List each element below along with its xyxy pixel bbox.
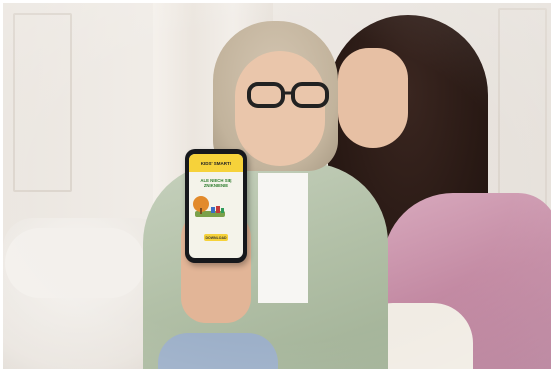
vignette	[3, 3, 551, 369]
photo: KIDS' SMART! ALE NIECH SIĘ ZNIKNIENIE DO…	[3, 3, 551, 369]
